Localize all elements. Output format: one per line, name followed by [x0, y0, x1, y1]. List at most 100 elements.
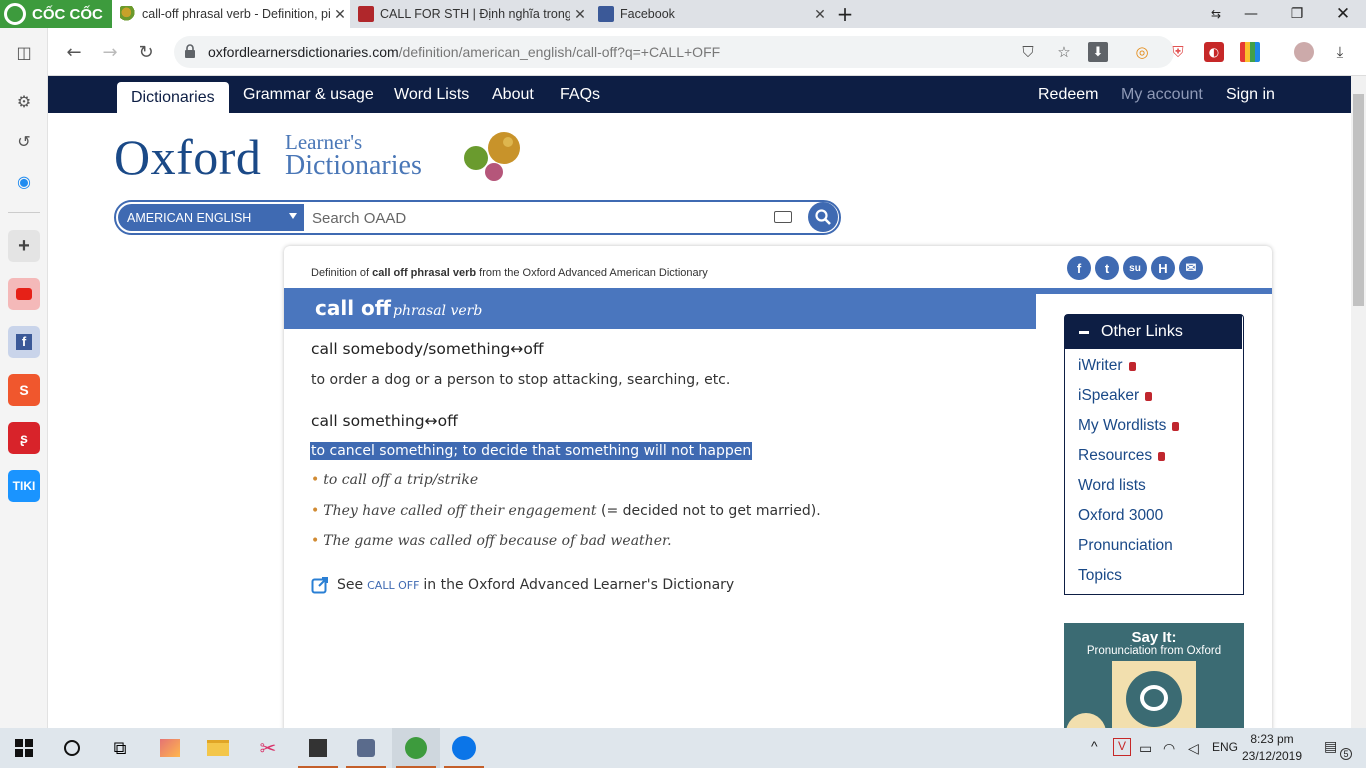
extension-chrome-icon[interactable]: ◎ — [1132, 42, 1152, 62]
close-window-button[interactable]: ✕ — [1320, 0, 1366, 28]
clock[interactable]: 8:23 pm 23/12/2019 — [1238, 731, 1306, 765]
email-share-icon[interactable]: ✉ — [1179, 256, 1203, 280]
lock-icon — [1128, 361, 1136, 371]
back-button[interactable]: ← — [60, 38, 88, 66]
avatar[interactable] — [1294, 42, 1314, 62]
zalo-taskbar-icon[interactable] — [440, 728, 488, 768]
site-top-nav: Dictionaries Grammar & usage Word Lists … — [48, 76, 1351, 113]
link-my-wordlists[interactable]: My Wordlists — [1078, 417, 1180, 435]
facebook-share-icon[interactable]: f — [1067, 256, 1091, 280]
search-button[interactable] — [808, 202, 838, 232]
browser-sidebar: ◫ ⚙ ↺ ◉ + f S ʂ TIKI — [0, 28, 48, 728]
extension-shield-icon[interactable]: ⛨ — [1168, 42, 1188, 62]
link-oxford-3000[interactable]: Oxford 3000 — [1078, 507, 1163, 525]
add-app-icon[interactable]: + — [8, 230, 40, 262]
nav-my-account[interactable]: My account — [1107, 76, 1217, 113]
url-text: oxfordlearnersdictionaries.com/definitio… — [208, 44, 720, 60]
forward-button[interactable]: → — [96, 38, 124, 66]
link-pronunciation[interactable]: Pronunciation — [1078, 537, 1173, 555]
search-taskbar-button[interactable] — [48, 728, 96, 768]
minimize-button[interactable]: — — [1228, 0, 1274, 28]
other-links-header[interactable]: Other Links — [1065, 315, 1242, 349]
close-tab-icon[interactable]: ✕ — [810, 6, 830, 23]
nav-about[interactable]: About — [478, 76, 548, 113]
close-tab-icon[interactable]: ✕ — [570, 6, 590, 23]
promo-subtitle: Pronunciation from Oxford — [1086, 645, 1222, 657]
new-tab-button[interactable]: + — [830, 0, 860, 28]
nav-faqs[interactable]: FAQs — [546, 76, 614, 113]
definition-of-prefix: Definition of — [311, 267, 373, 279]
tab-title: CALL FOR STH | Định nghĩa trong Từ điển … — [380, 7, 570, 21]
page-scrollbar[interactable] — [1351, 76, 1366, 728]
cortana-icon — [64, 740, 80, 756]
link-ispeaker[interactable]: iSpeaker — [1078, 387, 1153, 405]
search-input[interactable] — [312, 206, 762, 230]
close-tab-icon[interactable]: ✕ — [330, 6, 350, 23]
sticky-notes-icon[interactable] — [294, 728, 342, 768]
entry-panel: Definition of call off phrasal verb from… — [284, 246, 1272, 728]
downloads-icon[interactable]: ⤓ — [1330, 42, 1350, 62]
nav-dictionaries[interactable]: Dictionaries — [117, 82, 229, 113]
definition-of-line: Definition of call off phrasal verb from… — [311, 267, 708, 279]
nav-sign-in[interactable]: Sign in — [1212, 76, 1289, 113]
language-indicator[interactable]: ENG — [1212, 740, 1238, 754]
sidebar-toggle-icon[interactable]: ◫ — [12, 40, 36, 64]
youtube-icon[interactable] — [8, 278, 40, 310]
shopee-icon[interactable]: S — [8, 374, 40, 406]
volume-icon[interactable]: ◁ — [1188, 740, 1199, 757]
tab-title: Facebook — [620, 7, 675, 21]
extension-red-icon[interactable]: ◐ — [1204, 42, 1224, 62]
bullet-icon: • — [311, 472, 320, 488]
see-link-word[interactable]: CALL OFF — [367, 579, 419, 592]
tray-chevron-icon[interactable]: ^ — [1091, 738, 1098, 754]
restore-button[interactable]: ❐ — [1274, 0, 1320, 28]
history-icon[interactable]: ↺ — [12, 129, 36, 153]
coccoc-brand[interactable]: CỐC CỐC — [0, 0, 112, 28]
sendo-icon[interactable]: ʂ — [8, 422, 40, 454]
cambridge-favicon-icon — [358, 6, 374, 22]
keyboard-icon[interactable] — [774, 211, 792, 223]
tray-v-icon[interactable]: V — [1113, 738, 1131, 756]
bookmark-star-icon[interactable]: ☆ — [1054, 42, 1074, 62]
battery-icon[interactable]: ▭ — [1139, 740, 1152, 757]
say-it-promo[interactable]: Say It: Pronunciation from Oxford — [1064, 623, 1244, 728]
nav-redeem[interactable]: Redeem — [1024, 76, 1112, 113]
tab-cambridge[interactable]: CALL FOR STH | Định nghĩa trong Từ điển … — [350, 0, 590, 28]
see-also-link[interactable]: See CALL OFF in the Oxford Advanced Lear… — [311, 576, 734, 594]
messenger-icon[interactable]: ◉ — [12, 169, 36, 193]
start-button[interactable] — [0, 728, 48, 768]
nav-word-lists[interactable]: Word Lists — [380, 76, 483, 113]
notification-count-badge: 5 — [1340, 748, 1352, 760]
oxford-favicon-icon — [120, 6, 136, 22]
task-view-icon[interactable]: ⧉ — [96, 728, 144, 768]
nav-grammar-usage[interactable]: Grammar & usage — [229, 76, 388, 113]
download-page-icon[interactable]: ⬇ — [1088, 42, 1108, 62]
app-gallery-icon[interactable] — [146, 728, 194, 768]
dictionary-select[interactable]: AMERICAN ENGLISH — [118, 204, 304, 231]
link-resources[interactable]: Resources — [1078, 447, 1166, 465]
tool-app-icon[interactable] — [342, 728, 390, 768]
tab-facebook[interactable]: Facebook ✕ — [590, 0, 830, 28]
extension-grid-icon[interactable] — [1240, 42, 1260, 62]
scrollbar-thumb[interactable] — [1353, 94, 1364, 306]
coccoc-taskbar-icon[interactable] — [392, 728, 440, 768]
snipping-tool-icon[interactable]: ✂ — [244, 728, 292, 768]
file-explorer-icon[interactable] — [194, 728, 242, 768]
facebook-icon[interactable]: f — [8, 326, 40, 358]
link-topics[interactable]: Topics — [1078, 567, 1122, 585]
twitter-share-icon[interactable]: t — [1095, 256, 1119, 280]
tiki-icon[interactable]: TIKI — [8, 470, 40, 502]
address-bar[interactable]: oxfordlearnersdictionaries.com/definitio… — [174, 36, 1174, 68]
link-iwriter[interactable]: iWriter — [1078, 357, 1136, 375]
link-word-lists[interactable]: Word lists — [1078, 477, 1146, 495]
stumbleupon-share-icon[interactable]: su — [1123, 256, 1147, 280]
headword: call off — [315, 296, 391, 320]
settings-icon[interactable]: ⚙ — [12, 89, 36, 113]
wifi-icon[interactable]: ◠ — [1163, 740, 1175, 757]
reload-button[interactable]: ↻ — [132, 38, 160, 66]
shield-icon[interactable]: ⛉ — [1018, 42, 1038, 62]
tab-oxford[interactable]: call-off phrasal verb - Definition, pict… — [112, 0, 350, 28]
link-label: Resources — [1078, 447, 1153, 464]
notifications-icon[interactable]: ▤ — [1324, 738, 1337, 755]
hi-share-icon[interactable]: H — [1151, 256, 1175, 280]
